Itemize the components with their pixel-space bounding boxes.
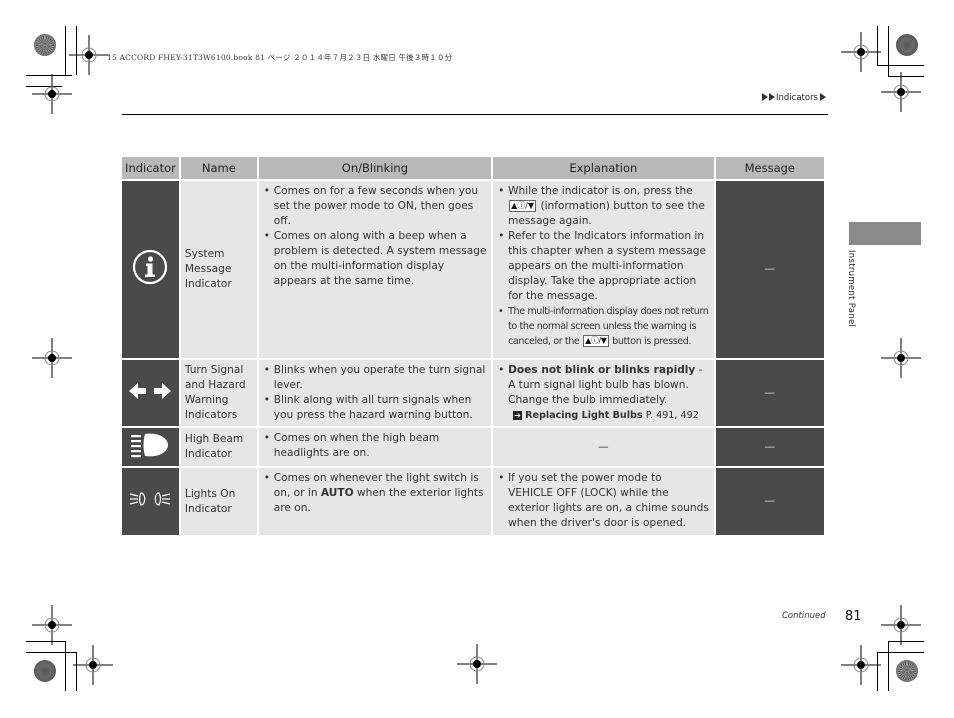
chapter-tab[interactable] [849,222,921,245]
xref-pages[interactable]: P. 491, 492 [646,410,699,421]
message-cell: — [715,181,824,358]
registration-mark-icon [881,338,921,378]
breadcrumb: Indicators [762,93,827,103]
print-header: 15 ACCORD FHEY-31T3W6100.book 81 ページ ２０１… [107,53,453,62]
indicator-name: Turn Signal and Hazard Warning Indicator… [180,360,257,426]
color-rosette-icon [896,660,918,682]
registration-mark-icon [881,605,921,645]
indicator-name: Lights On Indicator [180,468,257,535]
color-rosette-icon [34,34,56,56]
list-item: Comes on whenever the light switch is on… [263,471,487,516]
color-rosette-icon [34,660,56,682]
on-blinking-cell: Comes on for a few seconds when you set … [258,181,492,358]
auto-label: AUTO [320,487,354,499]
triangle-icon [762,93,768,101]
column-header: On/Blinking [258,157,492,179]
list-item: Blinks when you operate the turn signal … [263,363,487,393]
on-blinking-cell: Comes on whenever the light switch is on… [258,468,492,535]
registration-mark-icon [457,644,497,684]
explanation-cell: While the indicator is on, press the ▲ⓘ/… [493,181,714,358]
triangle-icon [820,93,826,101]
list-item: If you set the power mode to VEHICLE OFF… [497,471,710,531]
text: (information) button to see the message … [508,200,705,227]
table-row: Turn Signal and Hazard Warning Indicator… [122,360,824,426]
registration-mark-icon [73,645,113,685]
on-blinking-cell: Comes on when the high beam headlights a… [258,428,492,466]
turn-signal-arrows-icon [129,382,172,399]
triangle-icon [769,93,775,101]
indicator-name: System Message Indicator [180,181,257,358]
cross-reference[interactable]: ➔ Replacing Light Bulbs P. 491, 492 [497,408,710,423]
explanation-cell: Does not blink or blinks rapidly - A tur… [493,360,714,426]
page-number: 81 [845,609,862,624]
text: While the indicator is on, press the [508,185,693,197]
message-cell: — [715,468,824,535]
message-cell: — [715,428,824,466]
continued-label: Continued [782,611,826,621]
header-rule [122,114,828,115]
warning-title: Does not blink or blinks rapidly [508,364,696,376]
list-item: Comes on for a few seconds when you set … [263,184,487,229]
list-item: Comes on when the high beam headlights a… [263,431,487,461]
list-item: Refer to the Indicators information in t… [497,229,710,304]
table-row: System Message Indicator Comes on for a … [122,181,824,358]
column-header: Message [715,157,824,179]
list-item: Comes on along with a beep when a proble… [263,229,487,289]
registration-mark-icon [841,645,881,685]
table-header-row: Indicator Name On/Blinking Explanation M… [122,157,824,179]
high-beam-icon [131,433,169,457]
information-circle-icon [133,249,168,285]
table-row: High Beam Indicator Comes on when the hi… [122,428,824,466]
arrow-reference-icon: ➔ [513,411,523,420]
breadcrumb-section[interactable]: Indicators [776,93,818,103]
indicator-cell [122,181,179,358]
info-button-icon: ▲ⓘ/▼ [509,200,537,212]
list-item: The multi-information display does not r… [497,304,710,349]
registration-mark-icon [69,35,109,75]
table-row: Lights On Indicator Comes on whenever th… [122,468,824,535]
color-rosette-icon [896,34,918,56]
message-cell: — [715,360,824,426]
text: button is pressed. [612,336,692,347]
explanation-cell: — [493,428,714,466]
chapter-label: Instrument Panel [846,250,856,328]
indicator-cell [122,360,179,426]
indicator-cell [122,428,179,466]
xref-title[interactable]: Replacing Light Bulbs [525,410,643,421]
column-header: Indicator [122,157,179,179]
registration-mark-icon [32,74,72,114]
on-blinking-cell: Blinks when you operate the turn signal … [258,360,492,426]
registration-mark-icon [32,605,72,645]
registration-mark-icon [881,72,921,112]
explanation-cell: If you set the power mode to VEHICLE OFF… [493,468,714,535]
lights-on-icon [130,492,171,506]
list-item: While the indicator is on, press the ▲ⓘ/… [497,184,710,229]
column-header: Name [180,157,257,179]
list-item: Blink along with all turn signals when y… [263,393,487,423]
registration-mark-icon [841,32,881,72]
indicator-name: High Beam Indicator [180,428,257,466]
registration-mark-icon [32,338,72,378]
column-header: Explanation [493,157,714,179]
list-item: Does not blink or blinks rapidly - A tur… [497,363,710,408]
indicator-cell [122,468,179,535]
info-button-icon: ▲ⓘ/▼ [583,335,609,347]
indicators-table: Indicator Name On/Blinking Explanation M… [120,155,826,537]
